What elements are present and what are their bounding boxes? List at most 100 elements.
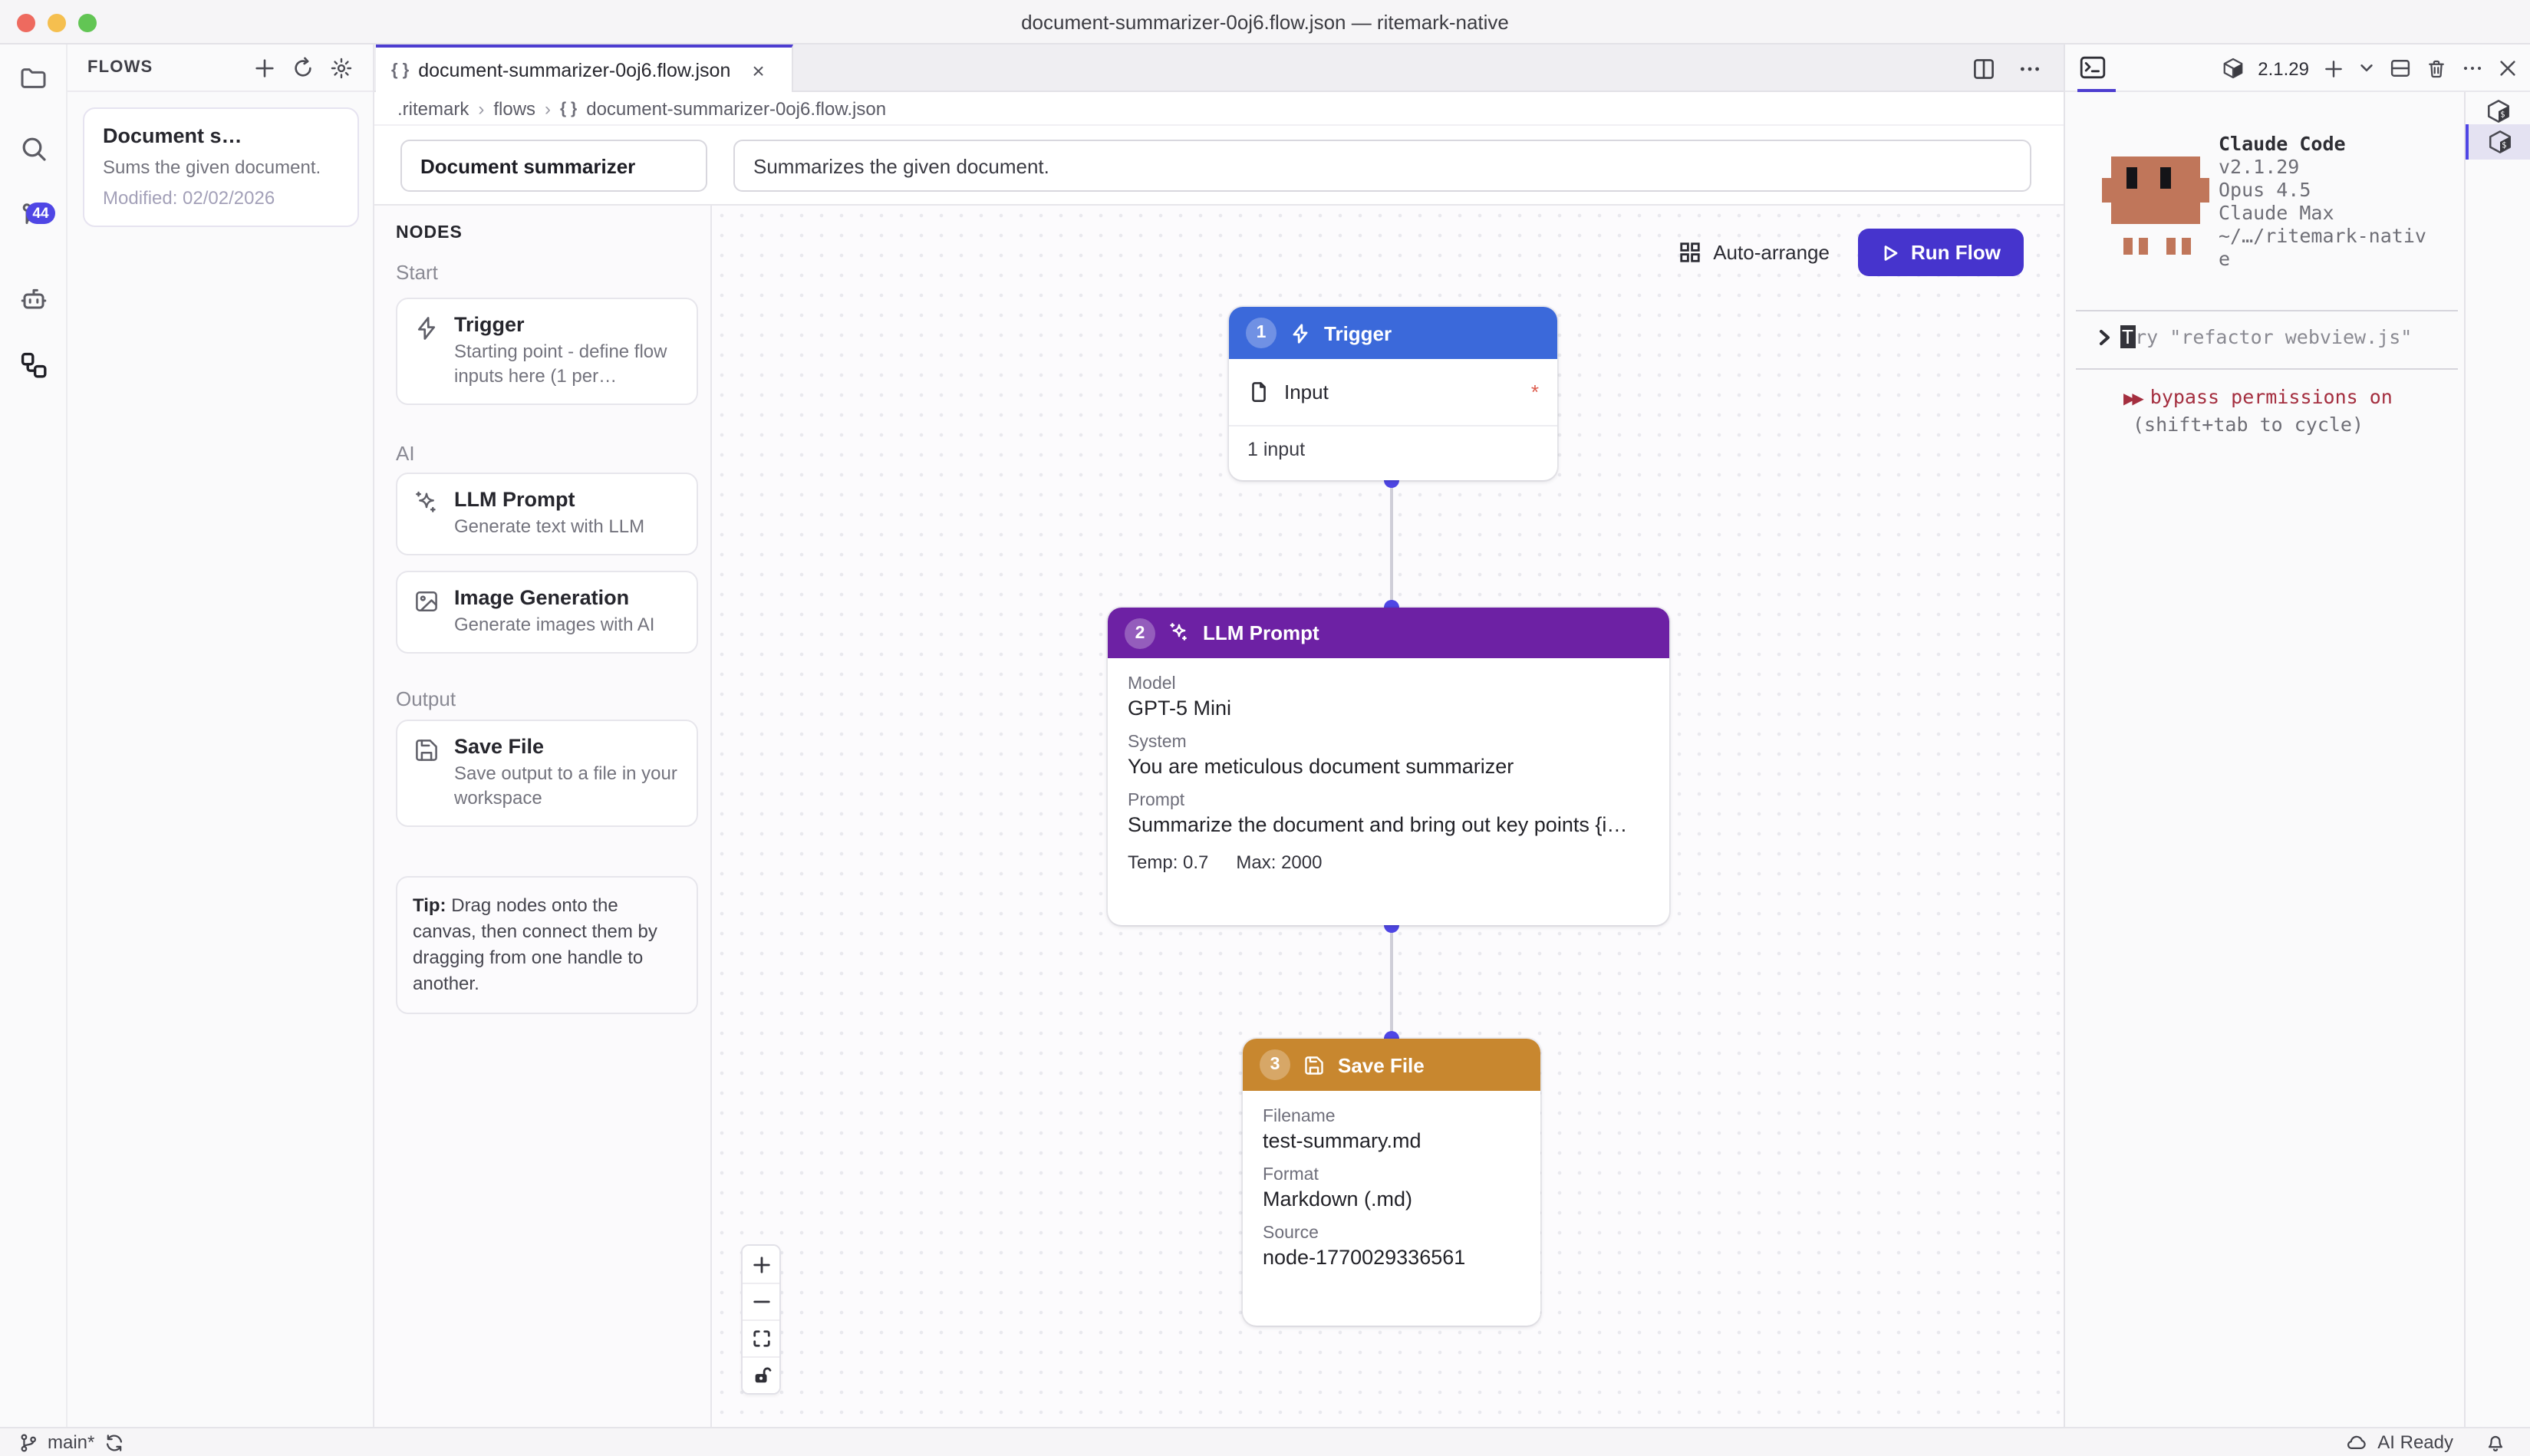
settings-gear-icon[interactable] <box>330 56 353 79</box>
flow-item-title: Document s… <box>103 124 339 147</box>
search-icon[interactable] <box>18 133 49 164</box>
sparkles-icon <box>1168 621 1191 644</box>
palette-card-title: Save File <box>454 735 681 758</box>
format-label: Format <box>1263 1166 1520 1184</box>
format-value: Markdown (.md) <box>1263 1188 1520 1211</box>
flows-sidebar: FLOWS Document s… Sums the given documen… <box>68 44 374 1427</box>
lock-canvas-button[interactable] <box>743 1356 779 1393</box>
temperature-value: Temp: 0.7 <box>1128 852 1208 873</box>
palette-card-description: Save output to a file in your workspace <box>454 763 681 811</box>
breadcrumb-root[interactable]: .ritemark <box>397 97 469 119</box>
editor-region: { } document-summarizer-0oj6.flow.json ×… <box>374 44 2064 1427</box>
terminal-session-version: 2.1.29 <box>2258 58 2309 79</box>
edge-llm-save <box>1390 925 1393 1039</box>
palette-card-title: Image Generation <box>454 586 654 609</box>
kill-terminal-icon[interactable] <box>2426 58 2447 79</box>
flow-editor-icon[interactable] <box>18 350 49 380</box>
terminal-session-rail: $ $ <box>2464 92 2530 1427</box>
close-panel-icon[interactable] <box>2498 58 2518 78</box>
breadcrumb-folder[interactable]: flows <box>493 97 535 119</box>
refresh-icon[interactable] <box>292 56 315 79</box>
fit-view-button[interactable] <box>743 1319 779 1356</box>
play-icon <box>1880 243 1899 262</box>
zoom-out-button[interactable] <box>743 1283 779 1319</box>
flow-name-input[interactable]: Document summarizer <box>400 140 707 192</box>
palette-card-description: Generate images with AI <box>454 614 654 638</box>
node-title: LLM Prompt <box>1203 621 1319 644</box>
ai-assistant-icon[interactable] <box>18 284 49 315</box>
terminal-prompt[interactable]: Try "refactor webview.js" <box>2096 325 2412 348</box>
more-actions-icon[interactable] <box>2018 56 2042 81</box>
git-branch-icon <box>18 1432 38 1452</box>
claude-session-icon: $ <box>2486 98 2512 124</box>
window-title: document-summarizer-0oj6.flow.json — rit… <box>0 0 2530 43</box>
auto-arrange-button[interactable]: Auto-arrange <box>1678 241 1830 264</box>
terminal-icon[interactable] <box>2079 54 2107 81</box>
palette-tip: Tip: Drag nodes onto the canvas, then co… <box>396 876 698 1014</box>
chevron-down-icon[interactable] <box>2358 60 2375 77</box>
svg-text:$: $ <box>2502 140 2506 150</box>
cloud-icon <box>2345 1433 2367 1451</box>
zoom-in-button[interactable] <box>743 1246 779 1283</box>
claude-mascot <box>2102 156 2209 258</box>
palette-card-description: Starting point - define flow inputs here… <box>454 341 681 389</box>
terminal-session-item-active[interactable]: $ <box>2466 124 2530 160</box>
permissions-mode[interactable]: ▶▶bypass permissions on <box>2123 385 2393 408</box>
flow-list-item[interactable]: Document s… Sums the given document. Mod… <box>83 107 359 227</box>
new-flow-icon[interactable] <box>253 56 276 79</box>
sync-icon[interactable] <box>104 1432 124 1452</box>
tab-label: document-summarizer-0oj6.flow.json <box>418 59 730 81</box>
nodes-palette: NODES Start Trigger Starting point - def… <box>374 206 712 1427</box>
flow-item-modified: Modified: 02/02/2026 <box>103 187 339 209</box>
git-branch-status[interactable]: main* <box>18 1431 124 1453</box>
auto-arrange-label: Auto-arrange <box>1713 241 1830 264</box>
more-actions-icon[interactable] <box>2461 57 2484 80</box>
split-terminal-icon[interactable] <box>2389 57 2412 80</box>
trigger-input-name: Input <box>1284 380 1329 404</box>
save-icon <box>1303 1053 1326 1076</box>
system-value: You are meticulous document summarizer <box>1128 755 1649 778</box>
flow-description-input[interactable]: Summarizes the given document. <box>733 140 2031 192</box>
app-window: document-summarizer-0oj6.flow.json — rit… <box>0 0 2530 1456</box>
bell-icon[interactable] <box>2486 1432 2505 1452</box>
sparkles-icon <box>413 489 440 517</box>
prompt-chevron-icon <box>2096 328 2114 346</box>
filename-value: test-summary.md <box>1263 1129 1520 1152</box>
tab-bar: { } document-summarizer-0oj6.flow.json × <box>374 44 2064 92</box>
breadcrumb: .ritemark › flows › { } document-summari… <box>374 92 2064 126</box>
ai-status-label: AI Ready <box>2377 1431 2453 1453</box>
breadcrumb-file[interactable]: document-summarizer-0oj6.flow.json <box>586 97 886 119</box>
flow-canvas[interactable]: Auto-arrange Run Flow 1 Trigger <box>712 206 2064 1427</box>
canvas-zoom-controls <box>741 1244 781 1395</box>
flow-item-description: Sums the given document. <box>103 156 339 178</box>
node-llm-prompt[interactable]: 2 LLM Prompt Model GPT-5 Mini System You… <box>1108 608 1669 925</box>
prompt-label: Prompt <box>1128 792 1649 810</box>
run-flow-button[interactable]: Run Flow <box>1857 229 2024 276</box>
node-trigger[interactable]: 1 Trigger Input * 1 input <box>1229 307 1557 480</box>
image-icon <box>413 588 440 615</box>
status-bar: main* AI Ready <box>0 1427 2530 1456</box>
save-icon <box>413 736 440 764</box>
palette-card-trigger[interactable]: Trigger Starting point - define flow inp… <box>396 298 698 404</box>
filename-label: Filename <box>1263 1108 1520 1126</box>
model-value: GPT-5 Mini <box>1128 697 1649 720</box>
nodes-panel-title: NODES <box>396 224 463 242</box>
new-terminal-icon[interactable] <box>2323 58 2344 79</box>
palette-card-title: LLM Prompt <box>454 488 644 511</box>
palette-card-llm-prompt[interactable]: LLM Prompt Generate text with LLM <box>396 473 698 555</box>
split-editor-icon[interactable] <box>1972 56 1996 81</box>
node-number-badge: 1 <box>1246 318 1277 348</box>
terminal-header: 2.1.29 <box>2065 44 2530 92</box>
edge-trigger-llm <box>1390 480 1393 608</box>
palette-card-image-generation[interactable]: Image Generation Generate images with AI <box>396 571 698 654</box>
max-tokens-value: Max: 2000 <box>1236 852 1322 873</box>
source-value: node-1770029336561 <box>1263 1246 1520 1269</box>
palette-card-save-file[interactable]: Save File Save output to a file in your … <box>396 720 698 826</box>
files-icon[interactable] <box>18 63 49 94</box>
tab-close-icon[interactable]: × <box>752 59 764 81</box>
node-title: Save File <box>1338 1053 1425 1076</box>
grid-icon <box>1678 241 1701 264</box>
node-save-file[interactable]: 3 Save File Filename test-summary.md For… <box>1243 1039 1540 1326</box>
tab-flow-json[interactable]: { } document-summarizer-0oj6.flow.json × <box>376 44 793 92</box>
active-terminal-indicator <box>2077 89 2116 92</box>
